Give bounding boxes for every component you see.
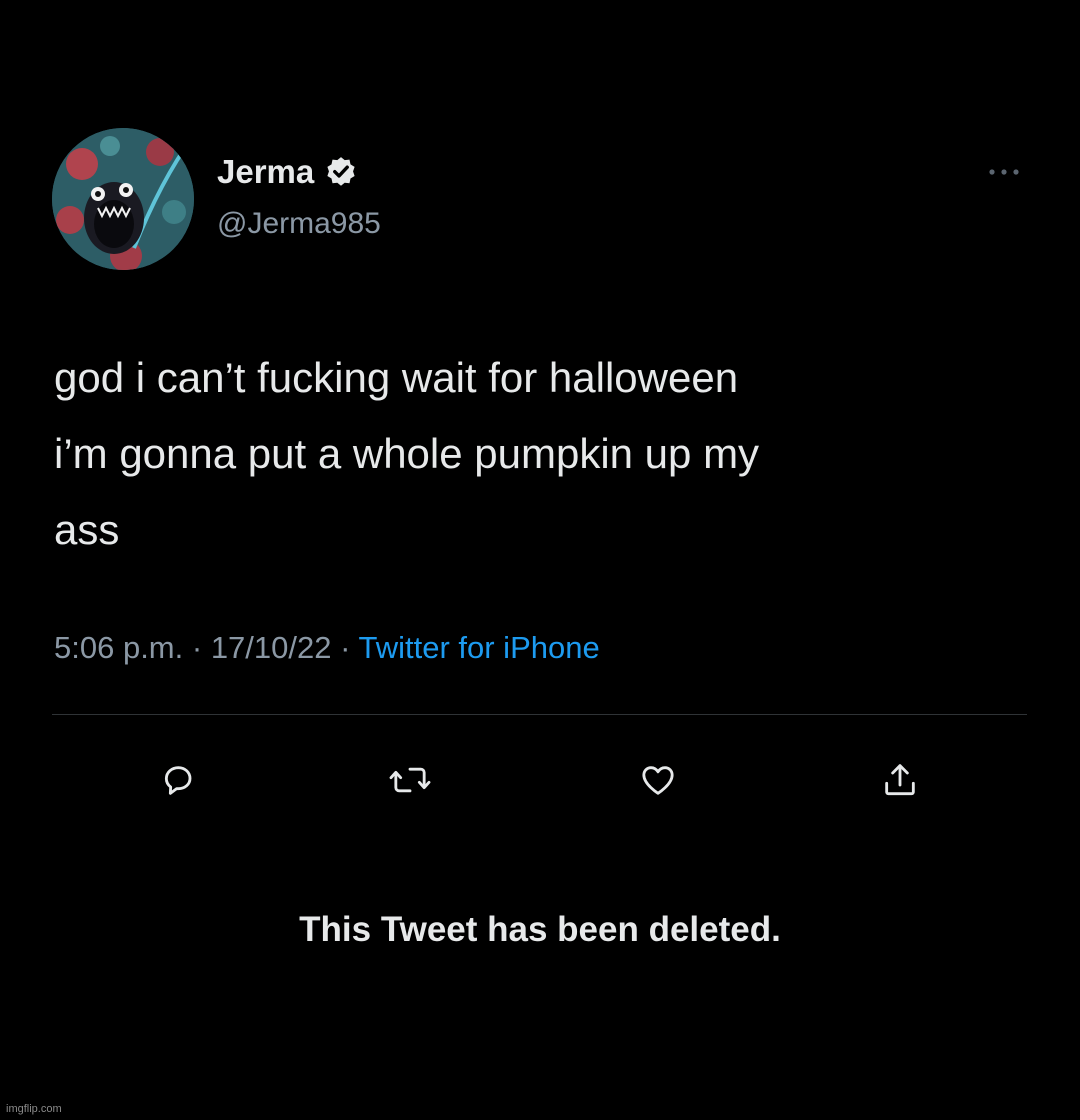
tweet-source-link[interactable]: Twitter for iPhone — [358, 630, 599, 665]
share-icon — [885, 764, 915, 796]
tweet-text: god i can’t fucking wait for halloween i… — [54, 340, 1044, 568]
more-options-icon[interactable] — [982, 160, 1026, 184]
reply-icon — [164, 766, 192, 795]
avatar-image — [52, 128, 194, 270]
retweet-icon — [389, 767, 431, 793]
deleted-notice: This Tweet has been deleted. — [299, 910, 781, 949]
author-display-name-row[interactable]: Jerma — [217, 152, 358, 192]
tweet-text-line: god i can’t fucking wait for halloween — [54, 354, 739, 401]
watermark: imgflip.com — [6, 1103, 62, 1115]
retweet-button[interactable] — [382, 752, 438, 808]
avatar[interactable] — [52, 128, 194, 270]
author-display-name[interactable]: Jerma — [217, 152, 314, 192]
tweet-text-line: ass — [54, 506, 120, 553]
divider — [52, 714, 1027, 715]
meta-separator: · — [183, 630, 211, 665]
verified-badge-icon — [324, 155, 358, 189]
meta-separator: · — [331, 630, 359, 665]
tweet-date[interactable]: 17/10/22 — [211, 630, 332, 665]
reply-button[interactable] — [150, 752, 206, 808]
tweet-time[interactable]: 5:06 p.m. — [54, 630, 183, 665]
heart-icon — [642, 766, 674, 795]
tweet-metadata: 5:06 p.m. · 17/10/22 · Twitter for iPhon… — [54, 624, 600, 672]
share-button[interactable] — [872, 752, 928, 808]
tweet-text-line: i’m gonna put a whole pumpkin up my — [54, 430, 760, 477]
author-handle[interactable]: @Jerma985 — [217, 204, 381, 244]
like-button[interactable] — [630, 752, 686, 808]
